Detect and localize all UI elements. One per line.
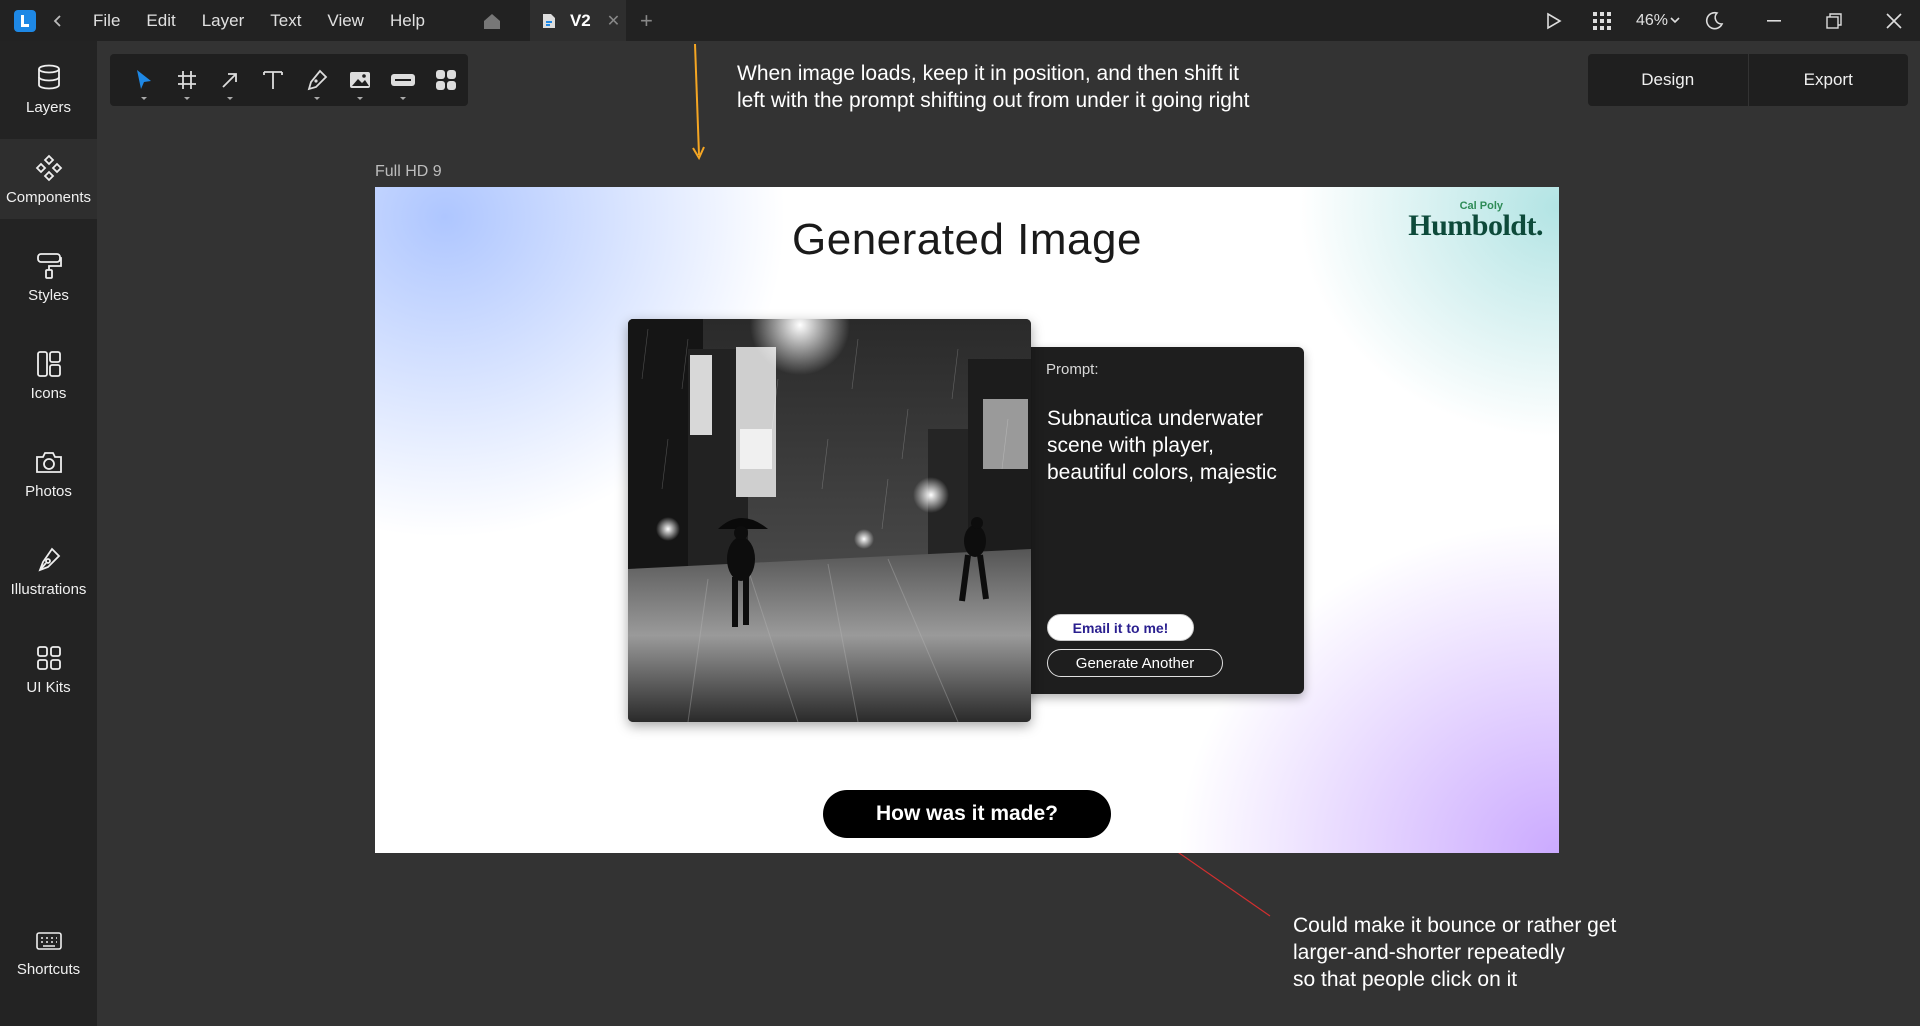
pen-tool[interactable] (295, 60, 338, 100)
pen-nib-icon (34, 545, 64, 575)
sidebar-item-label: Photos (25, 482, 72, 500)
tab-name: V2 (569, 10, 591, 30)
minimize-icon[interactable] (1762, 9, 1786, 33)
component-icon (436, 70, 457, 90)
menu-file[interactable]: File (80, 0, 133, 41)
image-icon (349, 72, 370, 88)
sidebar-item-label: Components (5, 188, 92, 206)
annotation-note-bottom: Could make it bounce or rather get large… (1293, 912, 1713, 993)
pen-icon (307, 69, 327, 91)
tool-palette (110, 54, 468, 106)
how-was-it-made-button[interactable]: How was it made? (823, 790, 1111, 838)
app-logo-icon[interactable] (14, 9, 36, 32)
components-icon (34, 153, 64, 183)
sidebar-item-components[interactable]: Components (0, 139, 97, 219)
zoom-chevron-down-icon[interactable] (1668, 9, 1682, 33)
generated-image (628, 319, 1031, 722)
note-line: larger-and-shorter repeatedly (1293, 941, 1565, 964)
component-tool[interactable] (425, 60, 468, 100)
frame-icon (177, 71, 196, 89)
frame-tool[interactable] (165, 60, 208, 100)
play-icon[interactable] (1542, 9, 1566, 33)
image-tool[interactable] (338, 60, 381, 100)
sidebar-item-label: UI Kits (26, 678, 71, 696)
menu-view[interactable]: View (314, 0, 377, 41)
sidebar-item-photos[interactable]: Photos (0, 433, 97, 513)
icons-icon (34, 349, 64, 379)
sidebar-item-illustrations[interactable]: Illustrations (0, 531, 97, 611)
sidebar-item-label: Styles (28, 286, 69, 304)
menu-bar: File Edit Layer Text View Help (80, 0, 438, 41)
export-button[interactable]: Export (1749, 54, 1909, 106)
prompt-text: Subnautica underwater scene with player,… (1047, 407, 1277, 484)
note-line: Could make it bounce or rather get (1293, 914, 1617, 937)
close-window-icon[interactable] (1882, 9, 1906, 33)
apps-grid-icon[interactable] (1590, 9, 1614, 33)
restore-icon[interactable] (1822, 9, 1846, 33)
button-tool[interactable] (382, 60, 425, 100)
menu-layer[interactable]: Layer (189, 0, 258, 41)
left-sidebar: Layers Components Styles Icons Photos Il… (0, 41, 97, 1026)
sidebar-item-label: Shortcuts (16, 961, 81, 978)
button-icon (391, 74, 416, 86)
arrow-tool[interactable] (209, 60, 252, 100)
sidebar-item-label: Layers (25, 98, 72, 116)
menu-help[interactable]: Help (377, 0, 438, 41)
mode-switch: Design Export (1588, 54, 1908, 106)
top-right-controls: 46% (1542, 0, 1920, 41)
prompt-card: Prompt: Subnautica underwater scene with… (1023, 347, 1304, 694)
sidebar-item-styles[interactable]: Styles (0, 237, 97, 317)
sidebar-item-label: Illustrations (10, 580, 87, 598)
generate-another-button[interactable]: Generate Another (1047, 649, 1223, 677)
humboldt-logo: Cal Poly Humboldt. (1408, 201, 1543, 242)
sidebar-item-ui-kits[interactable]: UI Kits (0, 629, 97, 709)
pointer-icon (136, 70, 151, 89)
page-title: Generated Image (792, 215, 1142, 264)
keyboard-icon (35, 932, 62, 955)
text-tool[interactable] (252, 60, 295, 100)
document-icon (542, 13, 555, 28)
layers-icon (34, 63, 64, 93)
pointer-tool[interactable] (122, 60, 165, 100)
frame-label[interactable]: Full HD 9 (375, 163, 442, 181)
grid-icon (34, 643, 64, 673)
design-button[interactable]: Design (1588, 54, 1748, 106)
paint-roller-icon (34, 251, 64, 281)
zoom-level[interactable]: 46% (1636, 12, 1668, 30)
design-frame[interactable]: Generated Image Cal Poly Humboldt. Promp… (375, 187, 1559, 853)
prompt-label: Prompt: (1046, 361, 1099, 378)
add-tab-icon[interactable]: + (640, 8, 653, 34)
document-tab[interactable]: V2 ✕ (529, 0, 626, 41)
top-bar: File Edit Layer Text View Help V2 ✕ + 46… (0, 0, 1920, 41)
email-button[interactable]: Email it to me! (1047, 614, 1194, 641)
home-icon[interactable] (482, 10, 504, 32)
logo-big-text: Humboldt. (1408, 209, 1543, 242)
dark-mode-moon-icon[interactable] (1702, 9, 1726, 33)
annotation-note-top: When image loads, keep it in position, a… (737, 62, 1250, 112)
menu-text[interactable]: Text (257, 0, 314, 41)
sidebar-item-shortcuts[interactable]: Shortcuts (0, 907, 97, 1003)
tab-close-icon[interactable]: ✕ (607, 11, 620, 31)
menu-edit[interactable]: Edit (133, 0, 188, 41)
sidebar-item-layers[interactable]: Layers (0, 49, 97, 129)
sidebar-item-icons[interactable]: Icons (0, 335, 97, 415)
text-icon (263, 71, 284, 89)
camera-icon (34, 447, 64, 477)
note-line: so that people click on it (1293, 968, 1518, 991)
sidebar-item-label: Icons (30, 384, 67, 402)
arrow-icon (222, 73, 238, 88)
back-chevron-icon[interactable] (50, 11, 66, 31)
